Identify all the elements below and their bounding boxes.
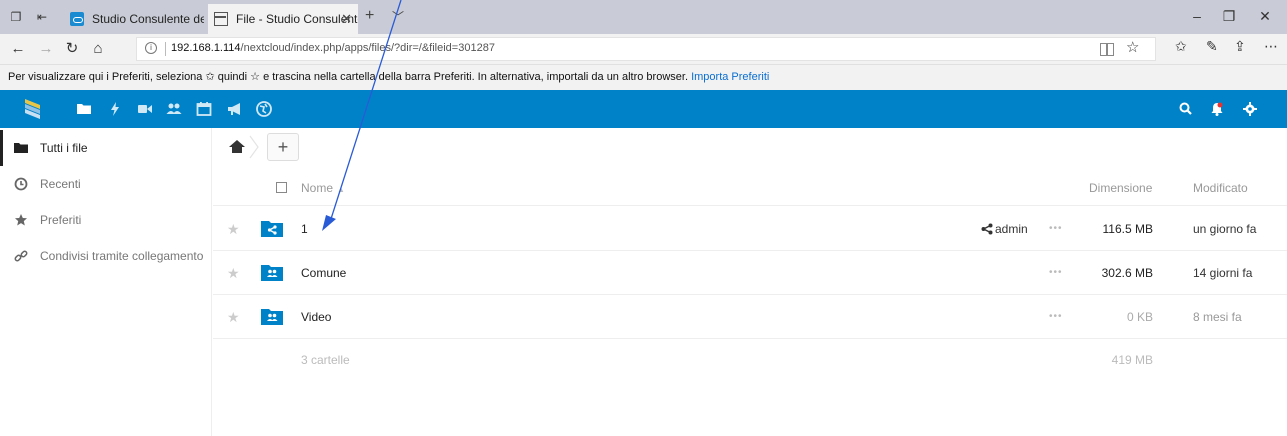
favorites-hub-icon[interactable]: ✩ xyxy=(1175,38,1187,55)
link-icon xyxy=(14,250,28,262)
minimize-icon[interactable]: – xyxy=(1182,8,1212,24)
table-row[interactable]: ★ Video ••• 0 KB 8 mesi fa xyxy=(213,295,1287,339)
sidebar-item-label: Tutti i file xyxy=(40,141,88,155)
sidebar-item-shared-by-link[interactable]: Condivisi tramite collegamento xyxy=(0,238,212,274)
name-column-header[interactable]: Nome ▲ xyxy=(301,170,345,208)
size-column-header[interactable]: Dimensione xyxy=(1089,170,1152,206)
calendar-icon[interactable] xyxy=(194,99,214,119)
pen-icon[interactable]: ✎ xyxy=(1206,38,1218,55)
page-favicon-icon xyxy=(214,12,228,26)
home-icon[interactable] xyxy=(225,138,249,156)
sidebar-item-favorites[interactable]: Preferiti xyxy=(0,202,212,238)
set-aside-tabs-icon[interactable]: ⇤ xyxy=(34,9,50,25)
new-tab-button[interactable]: + xyxy=(365,8,374,24)
file-summary: 3 cartelle 419 MB xyxy=(213,338,1287,382)
restore-icon[interactable]: ❐ xyxy=(1214,8,1244,24)
favorites-hint-bar: Per visualizzare qui i Preferiti, selezi… xyxy=(0,64,1287,90)
video-icon[interactable] xyxy=(135,99,155,119)
file-modified: 8 mesi fa xyxy=(1193,310,1242,324)
files-sidebar: Tutti i file Recenti Preferiti Condivisi… xyxy=(0,128,212,436)
nextcloud-favicon-icon xyxy=(70,12,84,26)
logo-icon[interactable] xyxy=(22,97,44,121)
share-icon[interactable]: ⇪ xyxy=(1234,38,1246,55)
import-favorites-link[interactable]: Importa Preferiti xyxy=(691,71,769,83)
tab-close-icon[interactable]: ✕ xyxy=(341,4,352,34)
info-icon[interactable]: i xyxy=(145,42,157,54)
search-icon[interactable] xyxy=(1176,99,1196,119)
file-modified: un giorno fa xyxy=(1193,222,1257,236)
group-folder-icon xyxy=(261,265,283,281)
table-row[interactable]: ★ 1 admin ••• 116.5 MB un giorno fa xyxy=(213,207,1287,251)
shared-with[interactable]: admin xyxy=(981,207,1028,251)
notifications-icon[interactable] xyxy=(1207,99,1227,119)
breadcrumb-separator xyxy=(249,135,259,159)
more-options-icon[interactable]: ••• xyxy=(1049,295,1063,339)
tab-studio-consulente[interactable]: Studio Consulente del Lavoı xyxy=(64,4,204,34)
sidebar-item-recent[interactable]: Recenti xyxy=(0,166,212,202)
files-icon[interactable] xyxy=(74,99,94,119)
folder-icon xyxy=(14,143,28,153)
tab-title: File - Studio Consulente xyxy=(236,12,358,26)
table-row[interactable]: ★ Comune ••• 302.6 MB 14 giorni fa xyxy=(213,251,1287,295)
favorites-hint-text: Per visualizzare qui i Preferiti, selezi… xyxy=(8,71,689,83)
favorite-star-icon[interactable]: ★ xyxy=(227,251,240,295)
favorite-star-icon[interactable]: ★ xyxy=(227,295,240,339)
total-size: 419 MB xyxy=(1111,353,1153,367)
more-options-icon[interactable]: ••• xyxy=(1049,207,1063,251)
add-favorite-star-icon[interactable]: ☆ xyxy=(1126,38,1139,56)
favorite-star-icon[interactable]: ★ xyxy=(227,207,240,251)
file-name[interactable]: Video xyxy=(301,295,331,339)
sidebar-item-all-files[interactable]: Tutti i file xyxy=(0,130,212,166)
star-icon xyxy=(15,214,27,226)
announcements-icon[interactable] xyxy=(225,99,245,119)
refresh-icon[interactable]: ↻ xyxy=(62,39,82,59)
file-name[interactable]: 1 xyxy=(301,207,308,251)
shared-folder-icon xyxy=(261,221,283,237)
folder-count: 3 cartelle xyxy=(301,353,350,367)
settings-icon[interactable] xyxy=(1240,99,1260,119)
nextcloud-header xyxy=(0,90,1287,128)
shared-with-name: admin xyxy=(995,222,1028,236)
share-icon xyxy=(981,223,993,235)
maps-icon[interactable] xyxy=(254,99,274,119)
modified-column-header[interactable]: Modificato xyxy=(1193,170,1248,206)
file-size: 116.5 MB xyxy=(1102,222,1153,236)
url-path: /nextcloud/index.php/apps/files/?dir=/&f… xyxy=(240,42,495,54)
sort-up-icon: ▲ xyxy=(337,185,345,194)
tab-files[interactable]: File - Studio Consulente ✕ xyxy=(208,4,358,34)
file-name[interactable]: Comune xyxy=(301,251,346,295)
browser-nav-bar: ← → ↻ ⌂ i 192.168.1.114/nextcloud/index.… xyxy=(0,34,1287,64)
activity-icon[interactable] xyxy=(105,99,125,119)
forward-arrow-icon[interactable]: → xyxy=(36,39,56,59)
file-modified: 14 giorni fa xyxy=(1193,266,1253,280)
url-text: 192.168.1.114/nextcloud/index.php/apps/f… xyxy=(171,42,495,54)
file-size: 0 KB xyxy=(1126,310,1153,324)
home-icon[interactable]: ⌂ xyxy=(88,39,108,59)
url-host: 192.168.1.114 xyxy=(171,42,241,54)
contacts-icon[interactable] xyxy=(164,99,184,119)
sidebar-item-label: Condivisi tramite collegamento xyxy=(40,249,204,263)
sidebar-item-label: Recenti xyxy=(40,177,81,191)
tab-title: Studio Consulente del Lavoı xyxy=(92,12,204,26)
more-icon[interactable]: ⋯ xyxy=(1264,38,1278,55)
clock-icon xyxy=(14,177,28,191)
tab-actions-icon[interactable]: ❐ xyxy=(8,9,24,25)
name-column-label: Nome xyxy=(301,181,334,195)
window-close-icon[interactable]: ✕ xyxy=(1250,8,1280,24)
browser-tab-strip: ❐ ⇤ Studio Consulente del Lavoı File - S… xyxy=(0,0,1287,34)
chevron-down-icon[interactable]: ﹀ xyxy=(392,8,404,25)
sidebar-item-label: Preferiti xyxy=(40,213,82,227)
back-arrow-icon[interactable]: ← xyxy=(8,39,28,59)
select-all-checkbox[interactable] xyxy=(276,182,287,193)
reading-view-icon[interactable] xyxy=(1100,42,1114,56)
files-main: + Nome ▲ Dimensione Modificato ★ 1 admin … xyxy=(213,128,1287,436)
address-separator xyxy=(165,42,166,56)
more-options-icon[interactable]: ••• xyxy=(1049,251,1063,295)
breadcrumb: + xyxy=(213,128,1287,166)
file-size: 302.6 MB xyxy=(1101,266,1153,280)
file-table-header: Nome ▲ Dimensione Modificato xyxy=(213,170,1287,206)
group-folder-icon xyxy=(261,309,283,325)
add-button[interactable]: + xyxy=(267,133,299,161)
address-bar[interactable]: i 192.168.1.114/nextcloud/index.php/apps… xyxy=(136,37,1156,61)
